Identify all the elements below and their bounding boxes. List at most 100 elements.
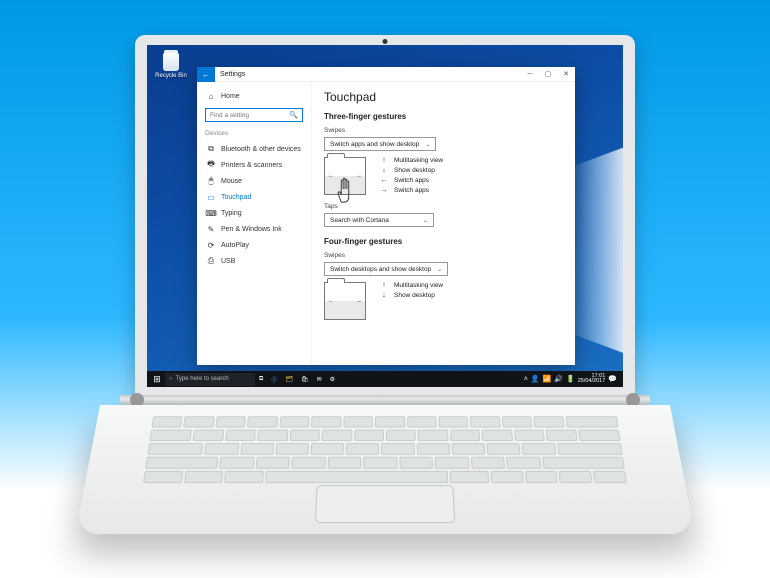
four-finger-section: Four-finger gestures Swipes Switch deskt… <box>324 237 563 320</box>
touchpad-icon: ▭ <box>207 193 215 201</box>
sidebar-item-printers[interactable]: 🖶 Printers & scanners <box>205 157 303 173</box>
volume-icon[interactable]: 🔊 <box>554 375 563 383</box>
content-pane: Touchpad Three-finger gestures Swipes Sw… <box>312 82 575 365</box>
gesture-item: ↓ Show desktop <box>380 167 443 174</box>
arrow-down-icon: ↓ <box>380 167 388 174</box>
chevron-down-icon: ⌄ <box>437 266 442 273</box>
three-finger-heading: Three-finger gestures <box>324 112 563 121</box>
four-finger-illustration: ←→ <box>324 282 366 320</box>
dropdown-value: Switch apps and show desktop <box>330 141 419 148</box>
sidebar: ⌂ Home 🔍 Devices ⧉ Bluetooth & other dev… <box>197 82 312 365</box>
sidebar-item-pen[interactable]: ✎ Pen & Windows Ink <box>205 221 303 237</box>
store-icon[interactable]: 🛍 <box>297 371 313 387</box>
taskbar-search-placeholder: Type here to search <box>176 376 229 382</box>
arrow-right-icon: → <box>380 187 388 194</box>
battery-icon[interactable]: 🔋 <box>566 375 575 383</box>
close-button[interactable]: ✕ <box>557 67 575 82</box>
gesture-item: ↓ Show desktop <box>380 292 443 299</box>
three-taps-dropdown[interactable]: Search with Cortana ⌄ <box>324 213 434 227</box>
keyboard-deck <box>75 405 695 534</box>
sidebar-item-label: USB <box>221 258 235 265</box>
gesture-label: Switch apps <box>394 177 429 184</box>
gesture-label: Switch apps <box>394 187 429 194</box>
sidebar-item-label: Touchpad <box>221 194 251 201</box>
gesture-item: → Switch apps <box>380 187 443 194</box>
three-gesture-list: ↑ Multitasking view ↓ Show desktop ← Switch… <box>380 157 443 194</box>
usb-icon: ⎙ <box>207 257 215 265</box>
search-icon: 🔍 <box>289 111 298 119</box>
settings-search-input[interactable] <box>210 112 289 119</box>
maximize-button[interactable]: ▢ <box>539 67 557 82</box>
recycle-bin-label: Recycle Bin <box>155 73 187 79</box>
network-icon[interactable]: 📶 <box>543 375 552 383</box>
laptop-hinge <box>120 395 650 405</box>
taskbar-search[interactable]: ○ Type here to search <box>165 373 255 386</box>
gesture-label: Multitasking view <box>394 157 443 164</box>
bluetooth-icon: ⧉ <box>207 145 215 153</box>
four-swipes-dropdown[interactable]: Switch desktops and show desktop ⌄ <box>324 262 448 276</box>
start-button[interactable]: ⊞ <box>149 371 165 387</box>
arrow-left-icon: ← <box>380 177 388 184</box>
mail-icon[interactable]: ✉ <box>313 371 326 387</box>
sidebar-item-touchpad[interactable]: ▭ Touchpad <box>205 189 303 205</box>
sidebar-item-usb[interactable]: ⎙ USB <box>205 253 303 269</box>
sidebar-item-label: Printers & scanners <box>221 162 282 169</box>
clock-date: 25/04/2017 <box>578 379 606 385</box>
sidebar-item-typing[interactable]: ⌨ Typing <box>205 205 303 221</box>
arrow-up-icon: ↑ <box>380 282 388 289</box>
recycle-bin[interactable]: Recycle Bin <box>155 53 187 79</box>
dropdown-value: Search with Cortana <box>330 217 389 224</box>
taps-label: Taps <box>324 203 563 210</box>
hand-icon <box>333 174 357 204</box>
recycle-bin-icon <box>163 53 179 71</box>
gesture-label: Show desktop <box>394 292 435 299</box>
keyboard-icon: ⌨ <box>207 209 215 217</box>
sidebar-item-autoplay[interactable]: ⟳ AutoPlay <box>205 237 303 253</box>
keyboard <box>143 416 627 483</box>
sidebar-item-mouse[interactable]: 🖱 Mouse <box>205 173 303 189</box>
explorer-icon[interactable]: 🗂 <box>281 371 297 387</box>
sidebar-item-label: Pen & Windows Ink <box>221 226 282 233</box>
screen-bezel: Recycle Bin ← Settings ─ ▢ ✕ ⌂ <box>135 35 635 395</box>
arrow-down-icon: ↓ <box>380 292 388 299</box>
minimize-button[interactable]: ─ <box>521 67 539 82</box>
sidebar-item-bluetooth[interactable]: ⧉ Bluetooth & other devices <box>205 141 303 157</box>
camera-dot <box>383 39 388 44</box>
gesture-label: Show desktop <box>394 167 435 174</box>
back-button[interactable]: ← <box>197 67 215 82</box>
settings-icon[interactable]: ⚙ <box>326 371 339 387</box>
sidebar-item-label: Typing <box>221 210 242 217</box>
autoplay-icon: ⟳ <box>207 241 215 249</box>
edge-icon[interactable]: ⓔ <box>267 371 281 387</box>
sidebar-home[interactable]: ⌂ Home <box>205 88 303 104</box>
cortana-icon: ○ <box>169 376 173 382</box>
sidebar-item-label: AutoPlay <box>221 242 249 249</box>
settings-window: ← Settings ─ ▢ ✕ ⌂ Home <box>197 67 575 365</box>
four-gesture-list: ↑ Multitasking view ↓ Show desktop <box>380 282 443 299</box>
swipes-label: Swipes <box>324 252 563 259</box>
gesture-item: ↑ Multitasking view <box>380 282 443 289</box>
pen-icon: ✎ <box>207 225 215 233</box>
laptop-mockup: Recycle Bin ← Settings ─ ▢ ✕ ⌂ <box>135 35 635 533</box>
sidebar-item-label: Mouse <box>221 178 242 185</box>
sidebar-item-label: Bluetooth & other devices <box>221 146 301 153</box>
three-finger-section: Three-finger gestures Swipes Switch apps… <box>324 112 563 227</box>
gesture-item: ↑ Multitasking view <box>380 157 443 164</box>
gesture-label: Multitasking view <box>394 282 443 289</box>
desktop-screen: Recycle Bin ← Settings ─ ▢ ✕ ⌂ <box>147 45 623 387</box>
home-icon: ⌂ <box>207 92 215 100</box>
settings-search[interactable]: 🔍 <box>205 108 303 122</box>
arrow-up-icon: ↑ <box>380 157 388 164</box>
taskbar-clock[interactable]: 17:01 25/04/2017 <box>578 374 606 385</box>
taskbar: ⊞ ○ Type here to search ⧉ ⓔ 🗂 🛍 ✉ ⚙ ˄ 👤 … <box>147 371 623 387</box>
sidebar-section: Devices <box>205 130 303 137</box>
titlebar: ← Settings ─ ▢ ✕ <box>197 67 575 82</box>
laptop-trackpad <box>315 485 455 523</box>
task-view-button[interactable]: ⧉ <box>255 371 267 387</box>
people-icon[interactable]: 👤 <box>531 375 540 383</box>
action-center-icon[interactable]: 💬 <box>608 375 617 383</box>
tray-chevron-icon[interactable]: ˄ <box>524 376 528 383</box>
three-swipes-dropdown[interactable]: Switch apps and show desktop ⌄ <box>324 137 436 151</box>
four-finger-heading: Four-finger gestures <box>324 237 563 246</box>
chevron-down-icon: ⌄ <box>423 217 428 224</box>
